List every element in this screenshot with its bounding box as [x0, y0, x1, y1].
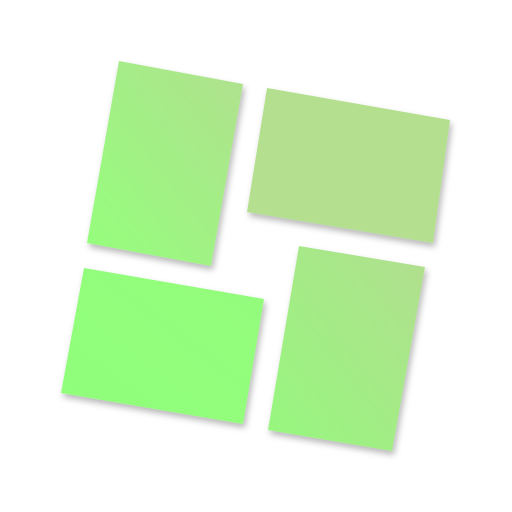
tile-bottom-right	[268, 246, 425, 451]
app-icon-canvas	[0, 0, 512, 512]
tile-bottom-left	[61, 268, 264, 424]
tile-top-left	[87, 61, 243, 266]
grid-tiles-icon	[61, 61, 450, 451]
tile-top-right	[247, 88, 450, 243]
